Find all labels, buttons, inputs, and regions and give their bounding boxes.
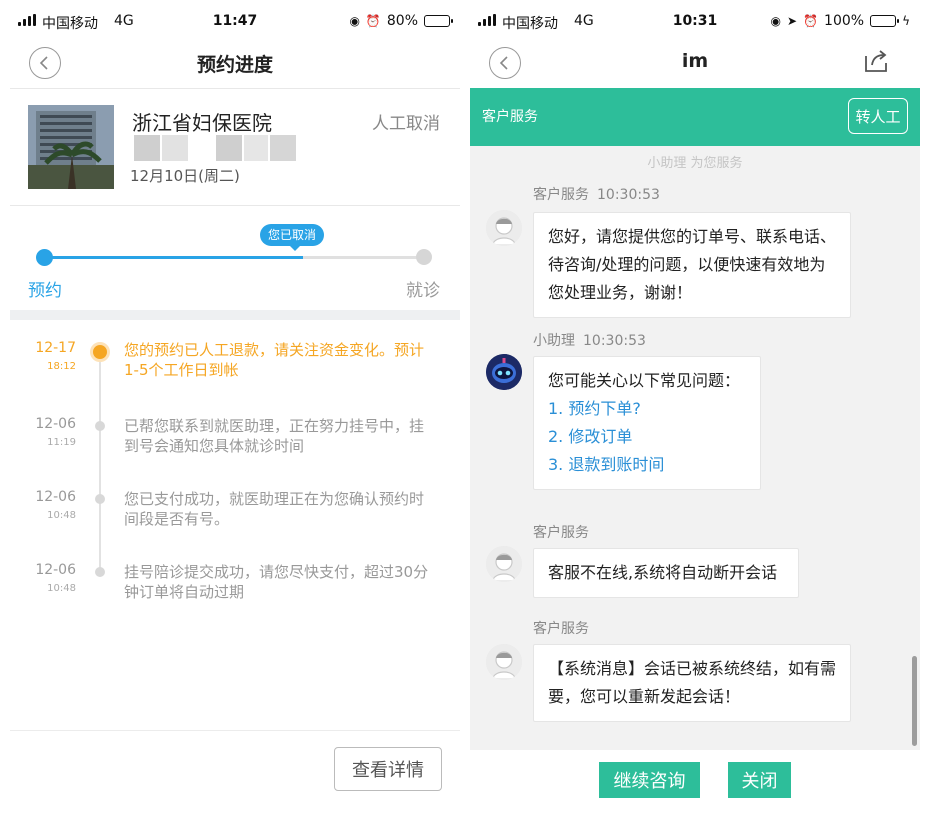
redacted-info [270,135,296,161]
service-title: 客户服务 [482,109,538,125]
timeline-text: 挂号陪诊提交成功，请您尽快支付，超过30分钟订单将自动过期 [124,563,429,601]
faq-link[interactable]: 3. 退款到账时间 [548,451,746,479]
robot-avatar [486,354,522,390]
bottom-bar: 继续咨询 关闭 [470,750,920,820]
timeline-text: 已帮您联系到就医助理，正在努力挂号中，挂到号会通知您具体就诊时间 [124,417,425,455]
timeline-text: 您的预约已人工退款，请关注资金变化。预计1-5个工作日到帐 [124,341,425,379]
faq-link[interactable]: 1. 预约下单? [548,395,746,423]
timeline-text: 您已支付成功，就医助理正在为您确认预约时间段是否有号。 [124,490,425,528]
agent-avatar [486,210,522,246]
faq-link[interactable]: 2. 修改订单 [548,423,746,451]
right-screen: 中国移动 4G 10:31 ◉ ➤ ⏰ 100% ϟ im 客户服务 转人工 小… [470,0,920,820]
message-sender: 小助理 10:30:53 [533,330,646,350]
timeline-time: 10:48 [47,583,76,594]
timeline-line [99,352,101,572]
share-icon[interactable] [862,48,890,74]
faq-intro: 您可能关心以下常见问题： [548,371,741,390]
left-screen: 中国移动 4G 11:47 ◉ ⏰ 80% 预约进度 浙江省妇保医院 人工取消 … [10,0,460,820]
customer-service-bar: 客户服务 转人工 [470,88,920,146]
bottom-bar: 查看详情 [10,730,460,820]
timeline-date: 12-06 [35,416,76,432]
battery-icon [870,15,900,27]
progress-start-dot [36,249,53,266]
progress-track [45,256,425,259]
progress-end-dot [416,249,432,265]
nav-bar: im [470,44,920,88]
alarm-icon: ⏰ [803,14,819,28]
timeline-dot [95,421,105,431]
redacted-info [134,135,160,161]
message-bubble: 【系统消息】会话已被系统终结，如有需要，您可以重新发起会话！ [533,644,851,722]
timeline: 12-17 18:12 您的预约已人工退款，请关注资金变化。预计1-5个工作日到… [10,320,460,730]
agent-avatar [486,644,522,680]
redacted-info [162,135,188,161]
status-bar: 中国移动 4G 11:47 ◉ ⏰ 80% [10,0,460,44]
rotation-lock-icon: ◉ [770,14,782,28]
sender-name: 客户服务 [533,621,589,637]
rotation-lock-icon: ◉ [349,14,360,28]
timeline-date: 12-06 [35,562,76,578]
timeline-time: 18:12 [47,361,76,372]
assistant-note: 小助理 为您服务 [647,156,743,171]
alarm-icon: ⏰ [365,14,381,28]
chat-area[interactable]: 小助理 为您服务 客户服务 10:30:53 您好，请您提供您的订单号、联系电话、… [470,146,920,750]
timeline-dot-active [90,342,110,362]
message-time: 10:30:53 [583,333,646,349]
charging-icon: ϟ [902,14,910,28]
chat-scrollbar[interactable] [912,656,917,746]
battery-percent: 100% [824,13,865,29]
timeline-dot [95,567,105,577]
hospital-photo [28,105,114,189]
faq-bubble: 您可能关心以下常见问题： 1. 预约下单? 2. 修改订单 3. 退款到账时间 [533,356,761,490]
message-sender: 客户服务 [533,618,589,638]
sender-name: 客户服务 [533,187,589,203]
message-bubble: 客服不在线,系统将自动断开会话 [533,548,799,598]
continue-consult-button[interactable]: 继续咨询 [599,762,700,798]
view-details-button[interactable]: 查看详情 [334,747,442,791]
progress-start-label: 预约 [28,281,62,301]
timeline-time: 11:19 [47,437,76,448]
redacted-info [244,135,268,161]
transfer-to-agent-button[interactable]: 转人工 [848,98,908,134]
battery-percent: 80% [386,13,418,29]
message-sender: 客户服务 [533,522,589,542]
page-title: im [681,50,709,72]
message-sender: 客户服务 10:30:53 [533,184,660,204]
message-bubble: 您好，请您提供您的订单号、联系电话、待咨询/处理的问题，以便快速有效地为您处理业… [533,212,851,318]
timeline-dot [95,494,105,504]
battery-icon [424,15,453,27]
appointment-date: 12月10日(周二) [130,167,240,185]
hospital-name: 浙江省妇保医院 [132,111,272,135]
message-time: 10:30:53 [597,187,660,203]
progress-fill [45,256,304,259]
status-bubble: 您已取消 [260,224,325,251]
nav-bar: 预约进度 [10,44,460,88]
timeline-date: 12-17 [35,340,76,356]
timeline-time: 10:48 [47,510,76,521]
agent-avatar [486,546,522,582]
hospital-card[interactable]: 浙江省妇保医院 人工取消 12月10日(周二) [10,88,460,206]
timeline-date: 12-06 [35,489,76,505]
sender-name: 客户服务 [533,525,589,541]
progress-end-label: 就诊 [406,281,440,301]
close-button[interactable]: 关闭 [728,762,791,798]
section-divider [10,310,460,320]
location-icon: ➤ [787,14,798,28]
page-title: 预约进度 [196,54,273,76]
redacted-info [216,135,242,161]
status-bar: 中国移动 4G 10:31 ◉ ➤ ⏰ 100% ϟ [470,0,920,44]
sender-name: 小助理 [533,333,575,349]
progress-tracker: 您已取消 预约 就诊 [10,206,460,310]
appointment-status: 人工取消 [372,114,440,134]
